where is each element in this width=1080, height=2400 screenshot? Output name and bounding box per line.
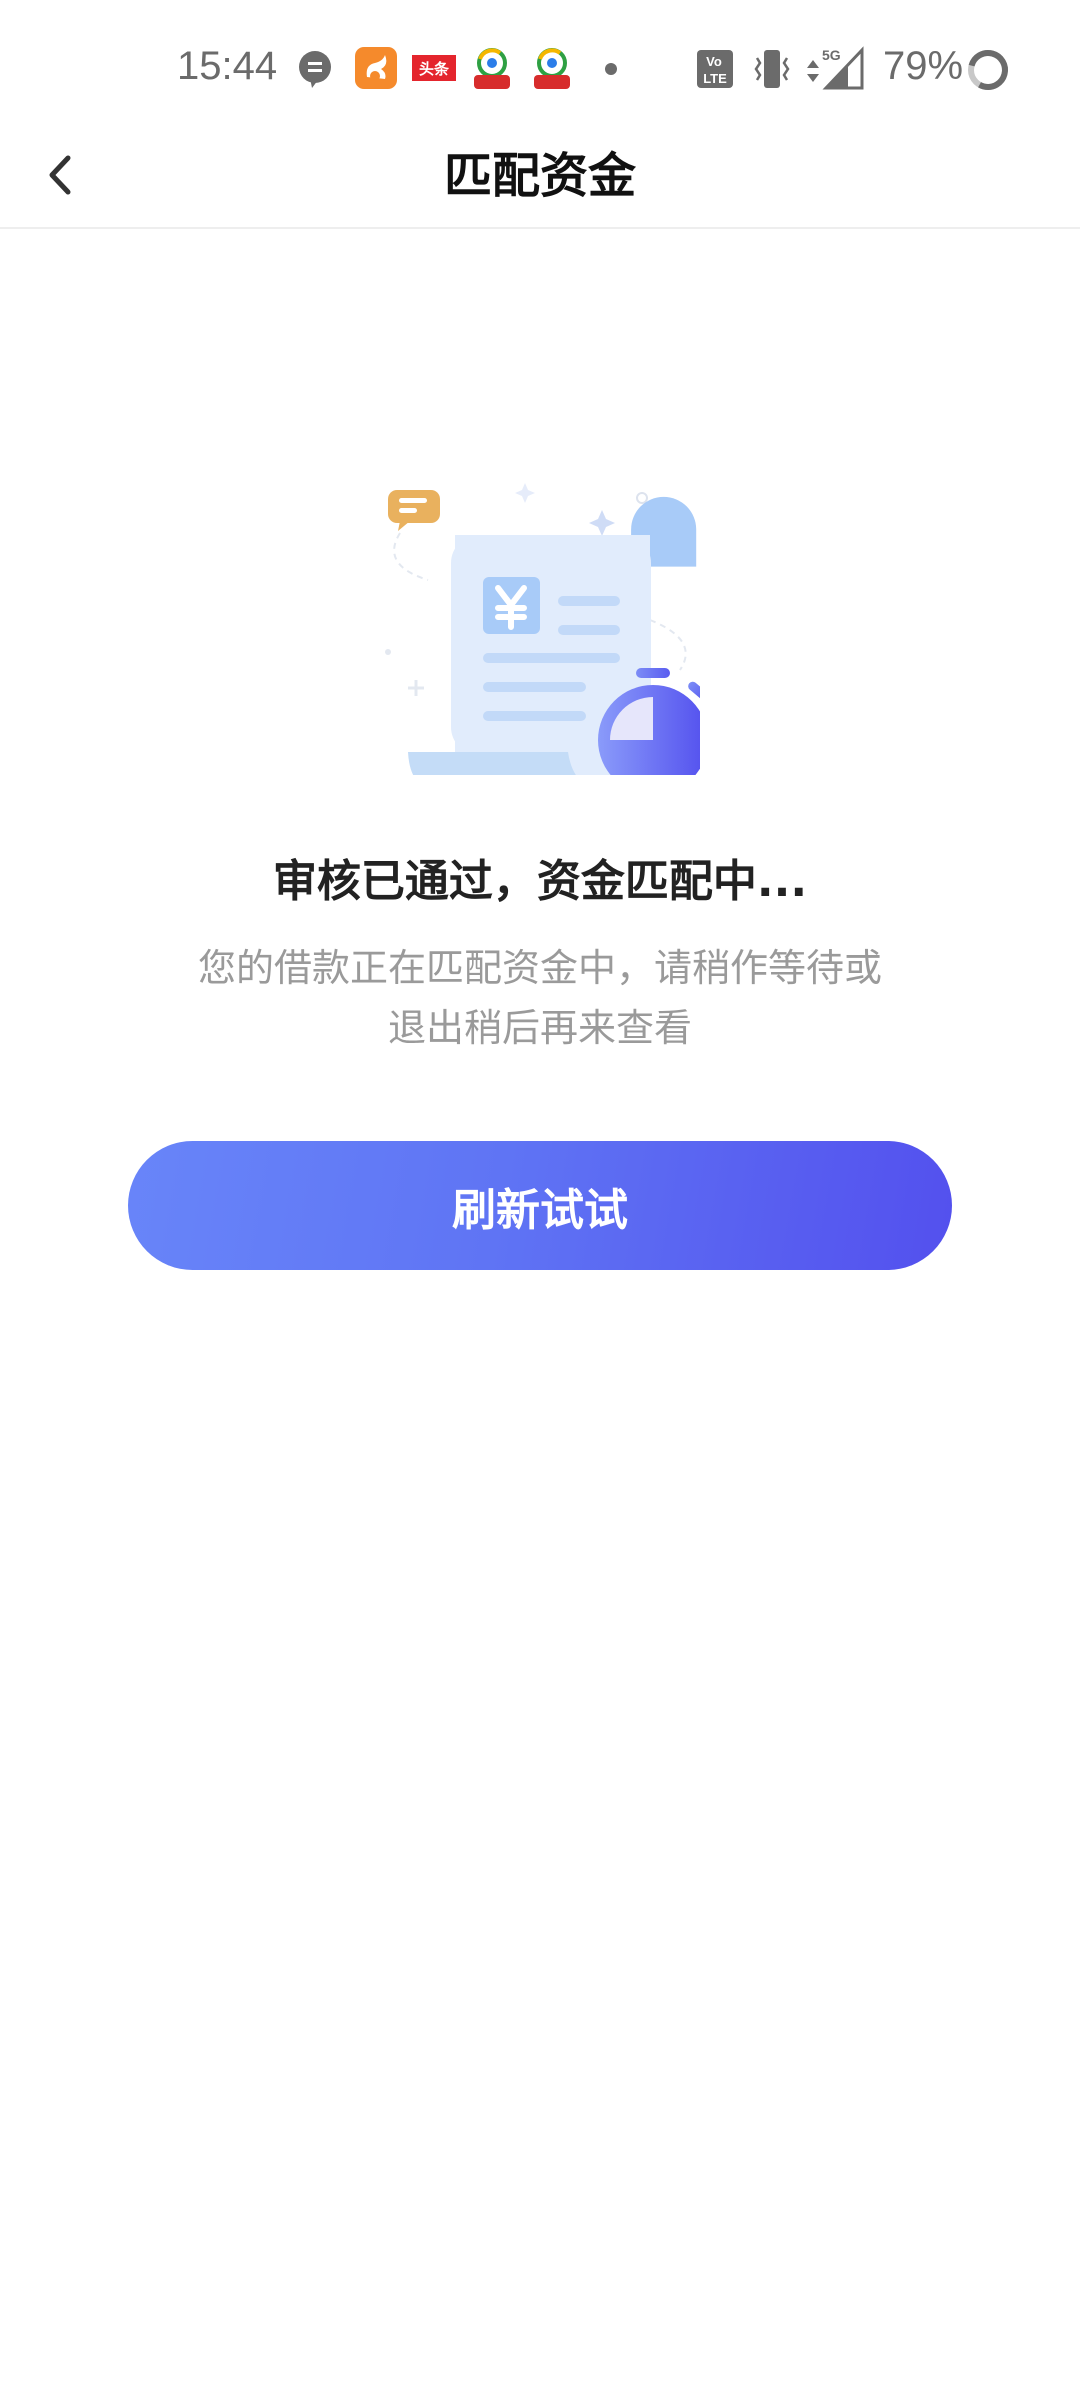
svg-text:LTE: LTE (703, 71, 727, 86)
plus-decoration (408, 680, 424, 696)
svg-text:Vo: Vo (706, 54, 722, 69)
message-bubble-icon (299, 51, 331, 88)
document-stopwatch-illustration (385, 483, 700, 775)
status-heading: 审核已通过，资金匹配中... (272, 856, 808, 907)
uc-browser-icon (355, 47, 397, 89)
circle-decoration (636, 492, 648, 504)
stopwatch-knob (636, 668, 670, 678)
svg-text:5G: 5G (822, 47, 841, 63)
status-description-line: 您的借款正在匹配资金中，请稍作等待或 (197, 946, 882, 990)
more-dot-icon (605, 63, 617, 75)
status-time: 15:44 (177, 44, 278, 88)
app-icon (474, 48, 510, 89)
toutiao-icon: 头条 (412, 55, 456, 81)
decoration-dash (393, 532, 429, 581)
status-description: 您的借款正在匹配资金中，请稍作等待或 退出稍后再来查看 (150, 938, 930, 1058)
vibrate-icon (754, 50, 790, 88)
battery-percent: 79% (883, 44, 964, 88)
decoration-dash (649, 619, 687, 671)
sparkle-icon (515, 483, 535, 503)
battery-ring-icon (968, 50, 1008, 90)
svg-text:头条: 头条 (419, 60, 450, 78)
speech-bubble-icon (388, 490, 440, 523)
sparkle-icon (589, 510, 615, 536)
data-arrows-icon (807, 60, 819, 82)
signal-icon: 5G (822, 46, 864, 90)
dot-decoration (385, 649, 391, 655)
status-description-line: 退出稍后再来查看 (387, 1006, 692, 1050)
page-title: 匹配资金 (443, 148, 636, 204)
status-bar: 15:44 头条 Vo LTE 5G 79% (0, 0, 1080, 120)
app-icon (534, 48, 570, 89)
volte-icon: Vo LTE (697, 50, 733, 88)
header-bar: 匹配资金 (0, 120, 1080, 229)
refresh-button[interactable]: 刷新试试 (128, 1141, 952, 1270)
